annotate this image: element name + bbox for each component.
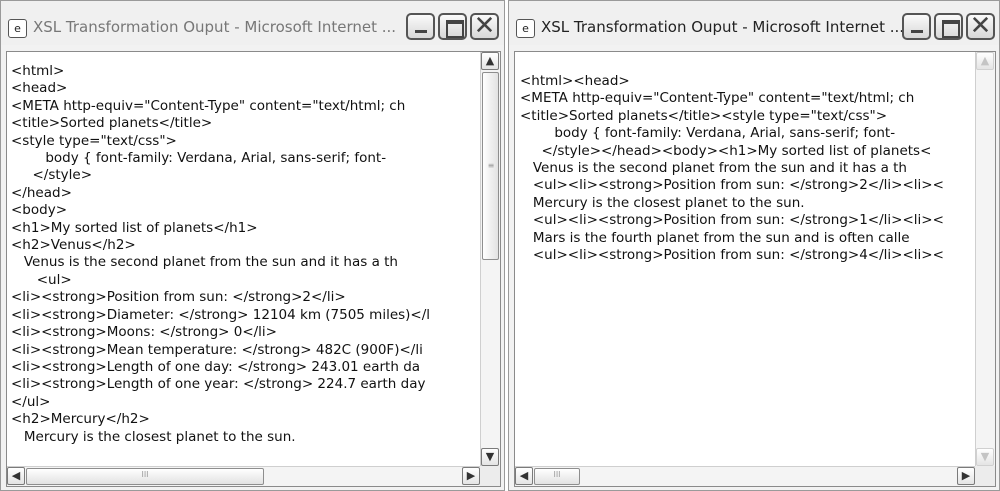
source-line: <title>Sorted planets</title> — [11, 115, 213, 132]
source-line: <li><strong>Moons: </strong> 0</li> — [11, 324, 277, 341]
source-line: Venus is the second planet from the sun … — [520, 160, 907, 177]
source-line: body { font-family: Verdana, Arial, sans… — [11, 150, 387, 167]
source-line: <style type="text/css"> — [11, 132, 177, 149]
document-view[interactable]: <html><head><META http-equiv="Content-Ty… — [514, 51, 996, 487]
close-icon: ✕ — [473, 11, 496, 41]
source-line: Mercury is the closest planet to the sun… — [11, 428, 296, 445]
browser-window-right: e XSL Transformation Ouput - Microsoft I… — [508, 0, 1000, 491]
close-icon: ✕ — [969, 11, 992, 41]
close-button[interactable]: ✕ — [966, 11, 995, 41]
scroll-right-button[interactable]: ▶ — [957, 467, 975, 485]
grip-icon: III — [553, 470, 561, 479]
chevron-right-icon: ▶ — [466, 469, 476, 482]
maximize-button[interactable] — [934, 13, 963, 40]
minimize-icon — [911, 30, 923, 33]
source-line: Mars is the fourth planet from the sun a… — [520, 229, 910, 246]
grip-icon: III — [141, 470, 149, 479]
source-line: <li><strong>Diameter: </strong> 12104 km… — [11, 306, 431, 323]
vertical-scroll-thumb[interactable]: ≡ — [482, 72, 499, 260]
source-line: </style> — [11, 167, 92, 184]
source-line: Venus is the second planet from the sun … — [11, 254, 398, 271]
source-line: <ul><li><strong>Position from sun: </str… — [520, 247, 944, 264]
source-line: <META http-equiv="Content-Type" content=… — [520, 90, 915, 107]
horizontal-scrollbar[interactable]: ◀ III ▶ — [7, 466, 480, 486]
scroll-left-button[interactable]: ◀ — [7, 467, 25, 485]
scrollbar-corner — [975, 466, 995, 486]
title-bar[interactable]: e XSL Transformation Ouput - Microsoft I… — [1, 1, 504, 45]
source-line: <head> — [11, 80, 68, 97]
close-button[interactable]: ✕ — [470, 11, 499, 41]
chevron-down-icon: ▼ — [485, 450, 495, 463]
source-line: <li><strong>Length of one year: </strong… — [11, 376, 426, 393]
maximize-icon — [446, 20, 464, 38]
window-title: XSL Transformation Ouput - Microsoft Int… — [33, 18, 397, 36]
horizontal-scroll-thumb[interactable]: III — [534, 468, 580, 485]
minimize-icon — [415, 30, 427, 33]
source-line: <li><strong>Length of one day: </strong>… — [11, 358, 421, 375]
title-bar[interactable]: e XSL Transformation Ouput - Microsoft I… — [509, 1, 999, 45]
minimize-button[interactable] — [406, 13, 435, 40]
chevron-left-icon: ◀ — [519, 469, 529, 482]
source-line: <ul><li><strong>Position from sun: </str… — [520, 212, 944, 229]
source-line: <h2>Venus</h2> — [11, 237, 136, 254]
scroll-down-button[interactable]: ▼ — [976, 448, 994, 466]
source-line: <html><head> — [520, 73, 630, 89]
source-line: <html> — [11, 63, 65, 79]
scroll-up-button[interactable]: ▲ — [976, 52, 994, 70]
source-text[interactable]: <html><head><META http-equiv="Content-Ty… — [7, 52, 480, 466]
scrollbar-corner — [480, 466, 500, 486]
source-line: <ul><li><strong>Position from sun: </str… — [520, 177, 944, 194]
internet-explorer-icon[interactable]: e — [8, 19, 27, 38]
chevron-down-icon: ▼ — [980, 450, 990, 463]
source-line: <h1>My sorted list of planets</h1> — [11, 219, 258, 236]
source-line: <META http-equiv="Content-Type" content=… — [11, 97, 406, 114]
chevron-up-icon: ▲ — [980, 54, 990, 67]
vertical-scrollbar[interactable]: ▲ ≡ ▼ — [480, 52, 500, 466]
scroll-right-button[interactable]: ▶ — [462, 467, 480, 485]
source-line: <li><strong>Position from sun: </strong>… — [11, 289, 346, 306]
internet-explorer-icon[interactable]: e — [516, 19, 535, 38]
horizontal-scrollbar[interactable]: ◀ III ▶ — [515, 466, 975, 486]
source-line: body { font-family: Verdana, Arial, sans… — [520, 125, 896, 142]
source-line: </ul> — [11, 393, 51, 410]
minimize-button[interactable] — [902, 13, 931, 40]
vertical-scrollbar[interactable]: ▲ ▼ — [975, 52, 995, 466]
source-line: Mercury is the closest planet to the sun… — [520, 194, 805, 211]
source-line: <li><strong>Mean temperature: </strong> … — [11, 341, 423, 358]
source-line: <h2>Mercury</h2> — [11, 411, 150, 428]
source-line: <ul> — [11, 271, 72, 288]
maximize-icon — [942, 20, 960, 38]
maximize-button[interactable] — [438, 13, 467, 40]
window-title: XSL Transformation Ouput - Microsoft Int… — [541, 18, 905, 36]
source-line: <body> — [11, 202, 68, 219]
chevron-left-icon: ◀ — [11, 469, 21, 482]
source-line: </style></head><body><h1>My sorted list … — [520, 142, 932, 159]
scroll-down-button[interactable]: ▼ — [481, 448, 499, 466]
chevron-up-icon: ▲ — [485, 54, 495, 67]
browser-window-left: e XSL Transformation Ouput - Microsoft I… — [0, 0, 505, 491]
source-line: </head> — [11, 184, 72, 201]
scroll-up-button[interactable]: ▲ — [481, 52, 499, 70]
grip-icon: ≡ — [487, 161, 495, 170]
scroll-left-button[interactable]: ◀ — [515, 467, 533, 485]
source-line: <title>Sorted planets</title><style type… — [520, 107, 888, 124]
document-view[interactable]: <html><head><META http-equiv="Content-Ty… — [6, 51, 501, 487]
chevron-right-icon: ▶ — [961, 469, 971, 482]
horizontal-scroll-thumb[interactable]: III — [26, 468, 264, 485]
source-text[interactable]: <html><head><META http-equiv="Content-Ty… — [515, 52, 975, 466]
